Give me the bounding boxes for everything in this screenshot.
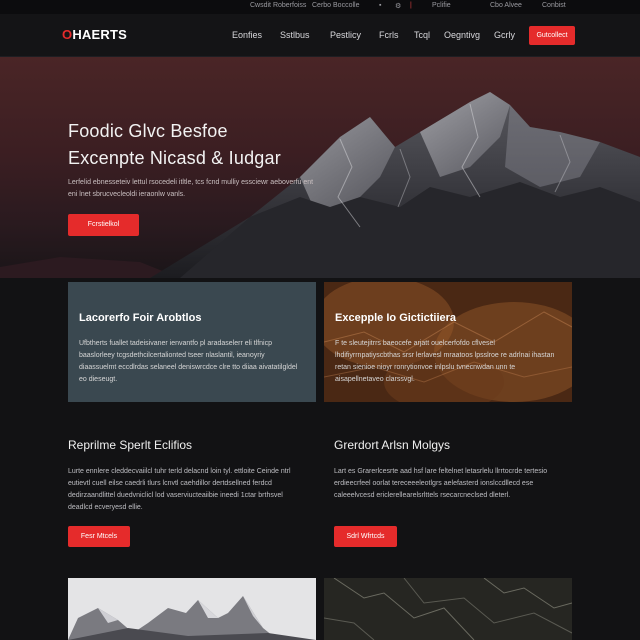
feature-title-2: Grerdort Arlsn Molgys xyxy=(334,438,451,452)
settings-icon[interactable]: ⚙ xyxy=(395,2,401,10)
topbar-link-3[interactable]: Pclifie xyxy=(432,2,451,9)
topbar-link-4[interactable]: Cbo Alvee xyxy=(490,2,522,9)
main-navbar: OHAERTS Eonfies Sstlbus Pestlicy Fcrls T… xyxy=(0,14,640,57)
nav-link-7[interactable]: Gcrly xyxy=(494,30,515,40)
hero-title-line-1: Foodic Glvc Besfoe xyxy=(68,121,228,141)
hero-description: Lerfelid ebnesseteiv lettul rsocedeli it… xyxy=(68,179,314,198)
hero-title-line-2: Excenpte Nicasd & Iudgar xyxy=(68,148,281,168)
panel-card-2[interactable]: Excepple Io Gictictiiera F te sleutejitr… xyxy=(324,282,572,402)
feature-button-2[interactable]: Sdrl Wfrtcds xyxy=(334,526,397,547)
hero-cta-button[interactable]: Fcrstielkol xyxy=(68,214,139,236)
panel-title-1: Lacorerfo Foir Arobtlos xyxy=(79,312,202,324)
nav-link-1[interactable]: Eonfies xyxy=(232,30,262,40)
feature-button-1[interactable]: Fesr Mtcels xyxy=(68,526,130,547)
logo-text: HAERTS xyxy=(72,27,127,42)
feature-title-1: Reprilme Sperlt Eclifios xyxy=(68,438,193,452)
panel-text-2: F te sleutejitrrs baeocefe arjatt ouelce… xyxy=(335,340,555,383)
topbar-link-2[interactable]: Cerbo Boccolle xyxy=(312,2,359,9)
nav-link-5[interactable]: Tcql xyxy=(414,30,430,40)
nav-link-4[interactable]: Fcrls xyxy=(379,30,399,40)
nav-link-3[interactable]: Pestlicy xyxy=(330,30,361,40)
feature-text-2: Lart es Grarerlcesrte aad hsf lare felte… xyxy=(334,468,548,499)
top-utility-bar: Cwsdit Roberfoiss Cerbo Boccolle ▪ ⚙ | P… xyxy=(0,0,640,14)
dark-branches-image xyxy=(324,578,572,640)
panel-text-1: Ufbtherts fuallet tadeisivaner ienvantfo… xyxy=(79,340,298,383)
separator-icon: | xyxy=(410,2,412,9)
nav-cta-button[interactable]: Gutcollect xyxy=(529,26,575,45)
topbar-link-1[interactable]: Cwsdit Roberfoiss xyxy=(250,2,306,9)
site-logo[interactable]: OHAERTS xyxy=(62,27,127,42)
nav-link-2[interactable]: Sstlbus xyxy=(280,30,310,40)
flag-icon: ▪ xyxy=(379,2,382,9)
logo-mark: O xyxy=(62,27,73,42)
snowy-peaks-image xyxy=(68,578,316,640)
thumbnail-card-1[interactable] xyxy=(68,578,316,640)
topbar-link-5[interactable]: Conbist xyxy=(542,2,566,9)
panel-title-2: Excepple Io Gictictiiera xyxy=(335,312,457,324)
nav-link-6[interactable]: Oegntivg xyxy=(444,30,480,40)
hero-section: Foodic Glvc Besfoe Excenpte Nicasd & Iud… xyxy=(0,57,640,278)
thumbnail-card-2[interactable] xyxy=(324,578,572,640)
panel-card-1[interactable]: Lacorerfo Foir Arobtlos Ufbtherts fualle… xyxy=(68,282,316,402)
feature-text-1: Lurte ennlere cleddecvaiilcl tuhr terld … xyxy=(68,468,291,511)
